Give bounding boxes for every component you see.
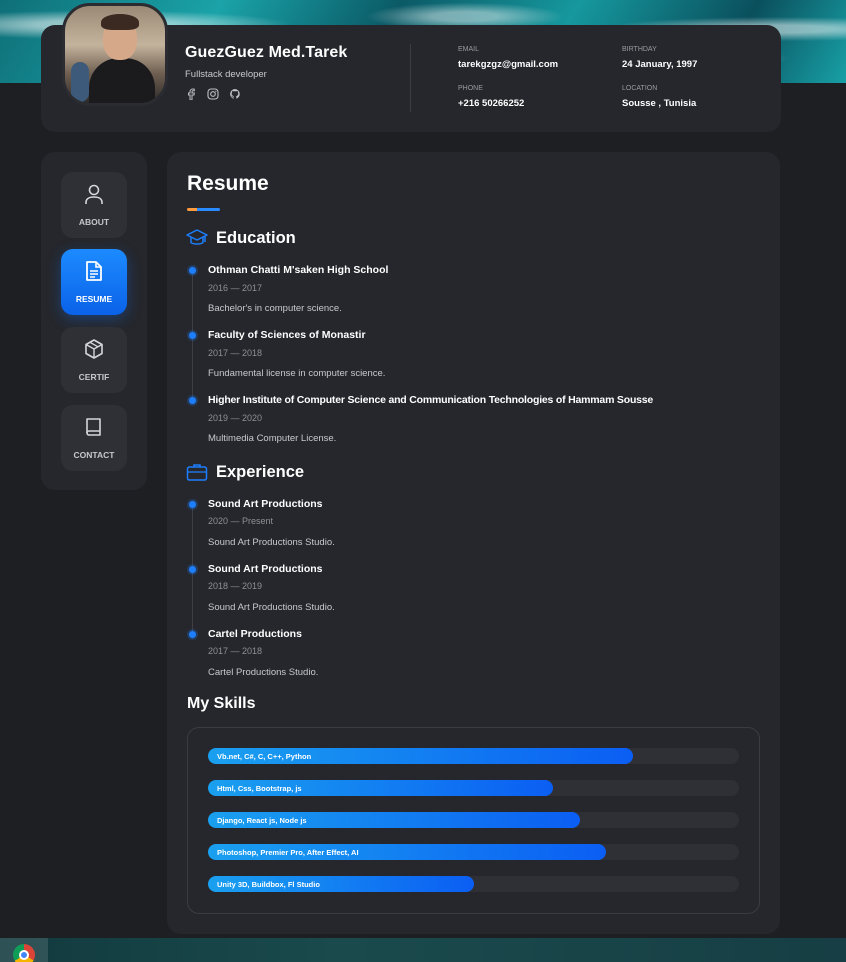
phone-label: PHONE: [458, 85, 483, 92]
location-value: Sousse , Tunisia: [622, 98, 697, 109]
skill-fill: Photoshop, Premier Pro, After Effect, AI: [208, 844, 607, 860]
experience-item-title: Sound Art Productions: [208, 563, 323, 575]
skill-label: Django, React js, Node js: [217, 815, 307, 825]
graduation-cap-icon: [186, 228, 208, 250]
education-item-date: 2016 — 2017: [208, 283, 263, 293]
os-taskbar: [0, 938, 846, 962]
side-navigation: ABOUT RESUME CERTIF CONTACT: [41, 152, 147, 490]
skill-label: Html, Css, Bootstrap, js: [217, 783, 302, 793]
avatar: [62, 3, 168, 106]
briefcase-icon: [186, 462, 208, 484]
title-underline: [187, 208, 220, 211]
email-label: EMAIL: [458, 46, 480, 53]
skill-label: Photoshop, Premier Pro, After Effect, AI: [217, 847, 359, 857]
profile-role: Fullstack developer: [185, 69, 267, 80]
skills-title: My Skills: [187, 695, 256, 712]
skill-label: Vb.net, C#, C, C++, Python: [217, 751, 312, 761]
nav-certif-label: CERTIF: [78, 372, 110, 382]
education-item-date: 2019 — 2020: [208, 413, 263, 423]
birthday-value: 24 January, 1997: [622, 59, 698, 70]
instagram-icon[interactable]: [206, 87, 219, 100]
education-item-title: Othman Chatti M'saken High School: [208, 264, 389, 276]
email-value[interactable]: tarekgzgz@gmail.com: [458, 59, 558, 70]
skill-bar: Photoshop, Premier Pro, After Effect, AI: [208, 844, 739, 860]
social-links: [184, 87, 241, 100]
skill-bar: Unity 3D, Buildbox, Fl Studio: [208, 876, 739, 892]
header-divider: [410, 44, 411, 112]
timeline-dot: [189, 566, 196, 573]
education-item-title: Faculty of Sciences of Monastir: [208, 329, 366, 341]
location-label: LOCATION: [622, 85, 658, 92]
timeline-dot: [189, 332, 196, 339]
experience-item-date: 2020 — Present: [208, 516, 274, 526]
timeline-dot: [189, 267, 196, 274]
experience-item-title: Sound Art Productions: [208, 498, 323, 510]
nav-about-label: ABOUT: [78, 217, 110, 227]
timeline-dot: [189, 631, 196, 638]
user-icon: [84, 183, 104, 209]
birthday-label: BIRTHDAY: [622, 46, 657, 53]
facebook-icon[interactable]: [184, 87, 197, 100]
github-icon[interactable]: [228, 87, 241, 100]
skill-bar: Django, React js, Node js: [208, 812, 739, 828]
phone-value[interactable]: +216 50266252: [458, 98, 524, 109]
experience-item-desc: Cartel Productions Studio.: [208, 667, 319, 678]
education-item-title: Higher Institute of Computer Science and…: [208, 394, 654, 406]
experience-item-date: 2018 — 2019: [208, 581, 263, 591]
taskbar-app-slot[interactable]: [0, 938, 48, 962]
book-icon: [84, 416, 104, 442]
timeline-dot: [189, 501, 196, 508]
education-item-desc: Fundamental license in computer science.: [208, 368, 386, 379]
nav-about[interactable]: ABOUT: [61, 172, 127, 238]
nav-resume[interactable]: RESUME: [61, 249, 127, 315]
experience-title: Experience: [216, 463, 305, 481]
education-item-desc: Multimedia Computer License.: [208, 433, 337, 444]
cube-icon: [83, 338, 105, 364]
nav-resume-label: RESUME: [75, 294, 113, 304]
education-timeline-line: [192, 274, 193, 404]
skill-label: Unity 3D, Buildbox, Fl Studio: [217, 879, 320, 889]
education-title: Education: [216, 229, 296, 247]
experience-item-title: Cartel Productions: [208, 628, 302, 640]
skill-fill: Unity 3D, Buildbox, Fl Studio: [208, 876, 474, 892]
experience-item-date: 2017 — 2018: [208, 646, 263, 656]
skill-bar: Vb.net, C#, C, C++, Python: [208, 748, 739, 764]
skill-fill: Vb.net, C#, C, C++, Python: [208, 748, 633, 764]
skill-fill: Html, Css, Bootstrap, js: [208, 780, 554, 796]
nav-contact[interactable]: CONTACT: [61, 405, 127, 471]
chrome-icon[interactable]: [13, 944, 35, 962]
document-icon: [85, 260, 103, 286]
nav-certif[interactable]: CERTIF: [61, 327, 127, 393]
education-item-desc: Bachelor's in computer science.: [208, 303, 342, 314]
education-item-date: 2017 — 2018: [208, 348, 263, 358]
page-title: Resume: [187, 172, 269, 195]
profile-name: GuezGuez Med.Tarek: [185, 44, 348, 61]
timeline-dot: [189, 397, 196, 404]
skill-bar: Html, Css, Bootstrap, js: [208, 780, 739, 796]
nav-contact-label: CONTACT: [73, 450, 115, 460]
skill-fill: Django, React js, Node js: [208, 812, 580, 828]
experience-item-desc: Sound Art Productions Studio.: [208, 602, 335, 613]
experience-item-desc: Sound Art Productions Studio.: [208, 537, 335, 548]
